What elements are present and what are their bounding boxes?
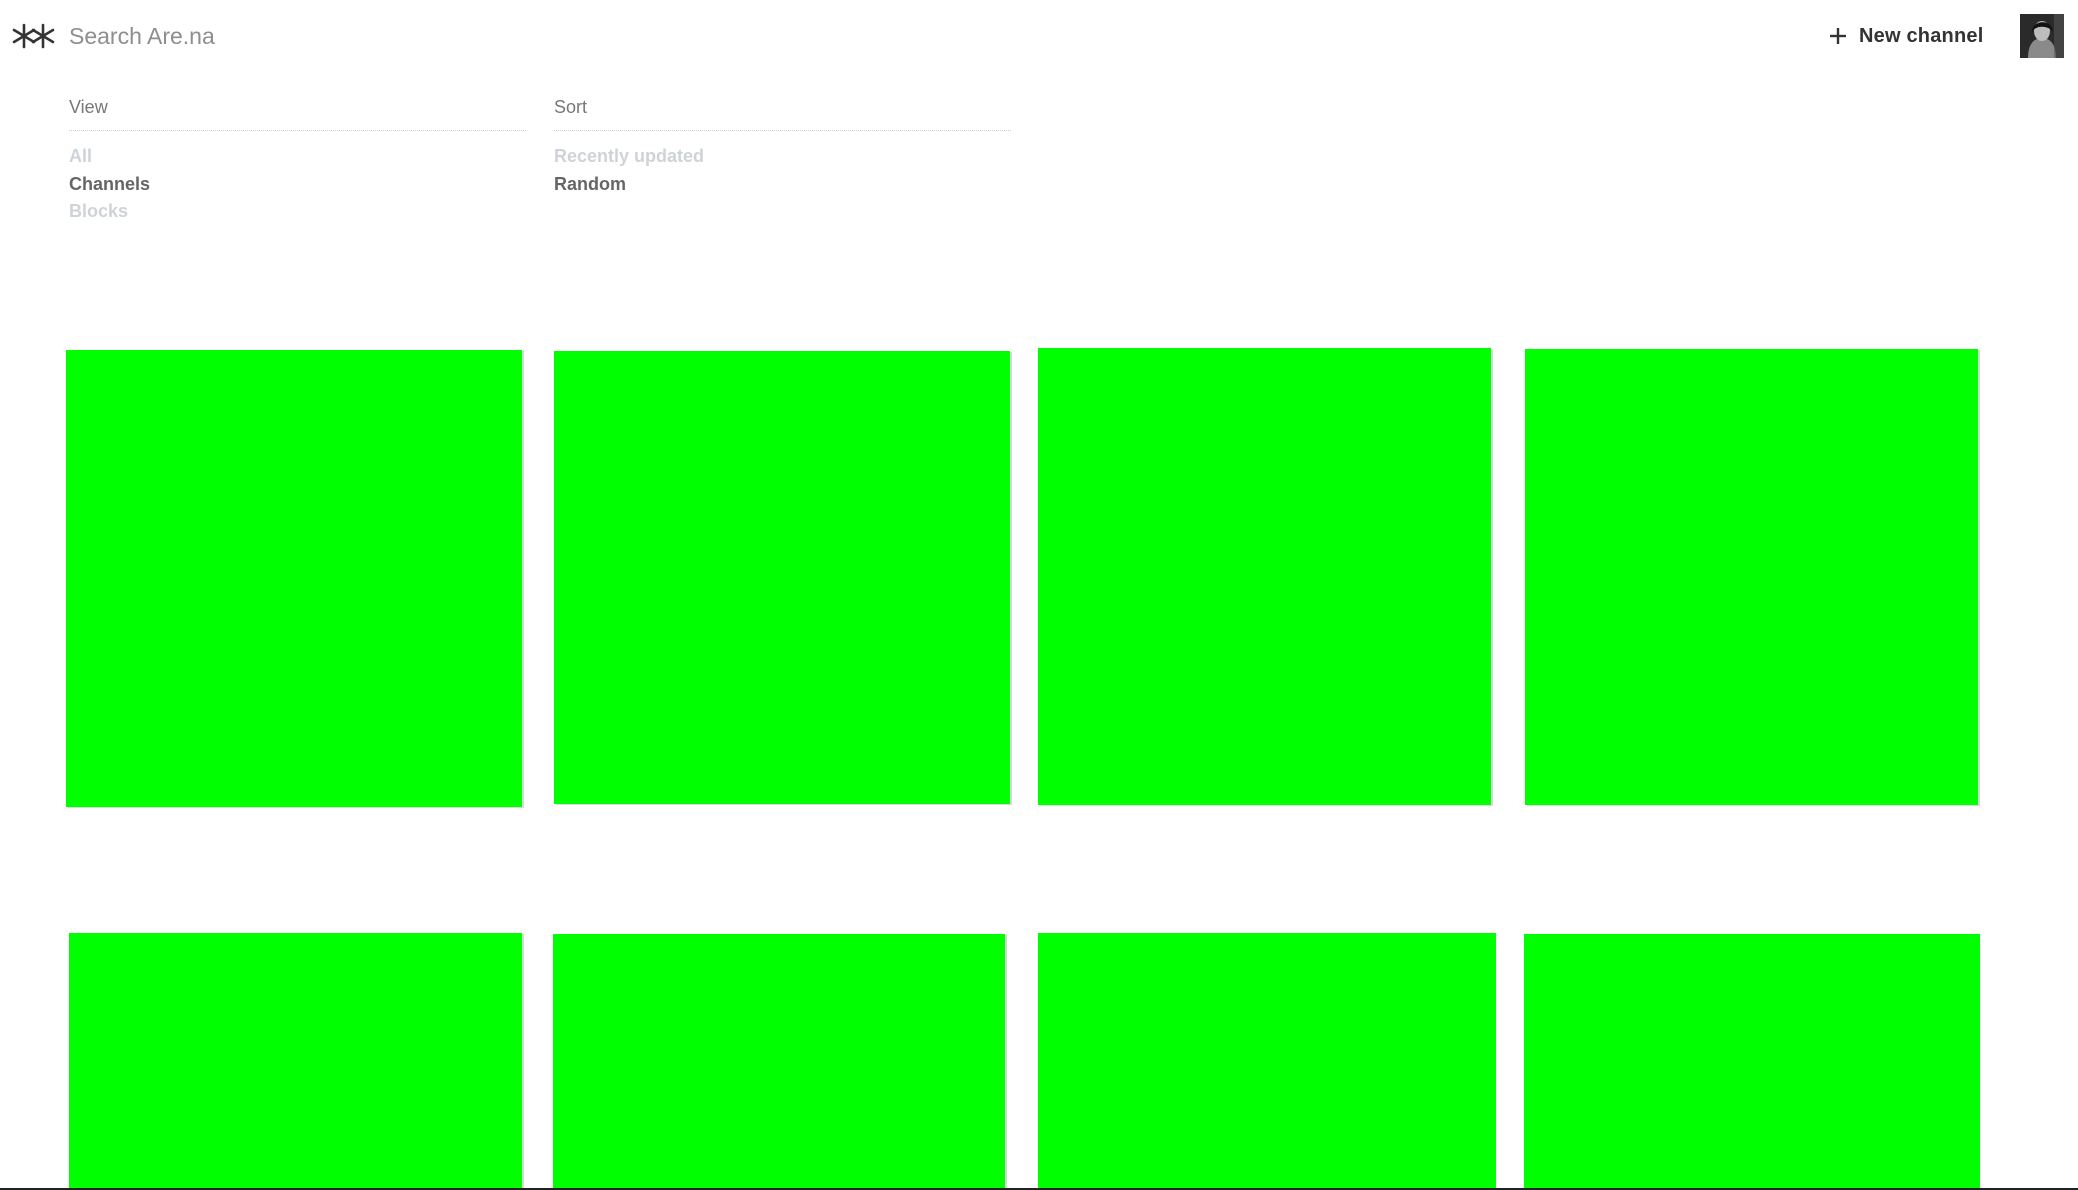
sort-filter: Sort Recently updated Random: [554, 94, 1011, 198]
plus-icon: [1830, 28, 1846, 44]
channel-tile-8[interactable]: [1524, 934, 1980, 1190]
sort-heading: Sort: [554, 94, 1011, 131]
search-input[interactable]: [69, 14, 669, 58]
arena-logo-icon[interactable]: [12, 18, 56, 54]
sort-option-random[interactable]: Random: [554, 171, 1011, 199]
sort-option-recently-updated[interactable]: Recently updated: [554, 143, 1011, 171]
channel-tile-4[interactable]: [1525, 349, 1978, 805]
channel-tile-5[interactable]: [69, 933, 522, 1190]
view-options: All Channels Blocks: [69, 143, 526, 226]
view-option-all[interactable]: All: [69, 143, 526, 171]
channel-tile-6[interactable]: [553, 934, 1005, 1190]
view-heading: View: [69, 94, 526, 131]
user-avatar[interactable]: [2020, 14, 2064, 58]
sort-options: Recently updated Random: [554, 143, 1011, 198]
view-option-channels[interactable]: Channels: [69, 171, 526, 199]
new-channel-button[interactable]: New channel: [1829, 20, 1983, 52]
view-filter: View All Channels Blocks: [69, 94, 526, 226]
view-option-blocks[interactable]: Blocks: [69, 198, 526, 226]
top-bar: New channel: [0, 0, 2078, 72]
channel-tile-2[interactable]: [554, 351, 1010, 804]
channel-tile-7[interactable]: [1038, 933, 1496, 1190]
channel-tile-3[interactable]: [1038, 348, 1491, 805]
new-channel-label: New channel: [1859, 24, 1984, 47]
channel-tile-1[interactable]: [66, 350, 522, 807]
